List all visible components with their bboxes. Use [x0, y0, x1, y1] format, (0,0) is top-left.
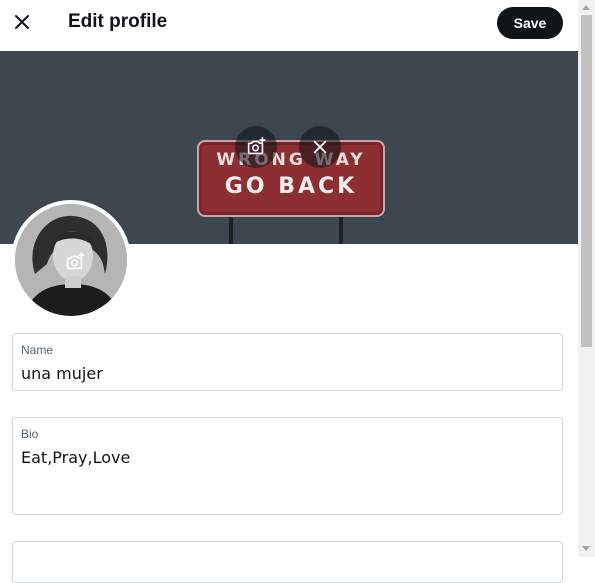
bio-field-label: Bio: [21, 427, 39, 441]
close-icon: [313, 140, 327, 154]
avatar: [15, 204, 127, 316]
scroll-thumb[interactable]: [581, 15, 592, 347]
sign-post-right: [339, 213, 343, 244]
page-title: Edit profile: [68, 11, 168, 32]
sign-text-line2: GO BACK: [224, 174, 358, 199]
avatar-add-photo-button[interactable]: [61, 248, 89, 276]
location-field[interactable]: [12, 541, 563, 583]
camera-plus-icon: [247, 137, 266, 155]
sign-post-left: [229, 213, 233, 244]
name-field-value[interactable]: una mujer: [21, 364, 103, 383]
sign-text-line1: WRONG WAY: [216, 150, 366, 170]
scroll-down-arrow[interactable]: [582, 546, 590, 551]
close-button[interactable]: [8, 8, 36, 36]
name-field-label: Name: [21, 343, 54, 357]
scrollbar[interactable]: [578, 0, 595, 557]
banner-sign-image: WRONG WAY GO BACK: [197, 140, 385, 217]
bio-field[interactable]: Bio Eat,Pray,Love: [12, 417, 563, 515]
banner-add-photo-button[interactable]: [235, 126, 277, 168]
close-icon: [15, 15, 29, 29]
bio-field-value[interactable]: Eat,Pray,Love: [21, 448, 130, 467]
modal-header: Edit profile Save: [0, 0, 578, 51]
name-field[interactable]: Name una mujer: [12, 333, 563, 391]
save-button[interactable]: Save: [497, 7, 563, 39]
camera-plus-icon: [66, 252, 85, 270]
avatar-frame: [11, 200, 131, 320]
scroll-up-arrow[interactable]: [582, 5, 590, 10]
banner-remove-photo-button[interactable]: [299, 126, 341, 168]
